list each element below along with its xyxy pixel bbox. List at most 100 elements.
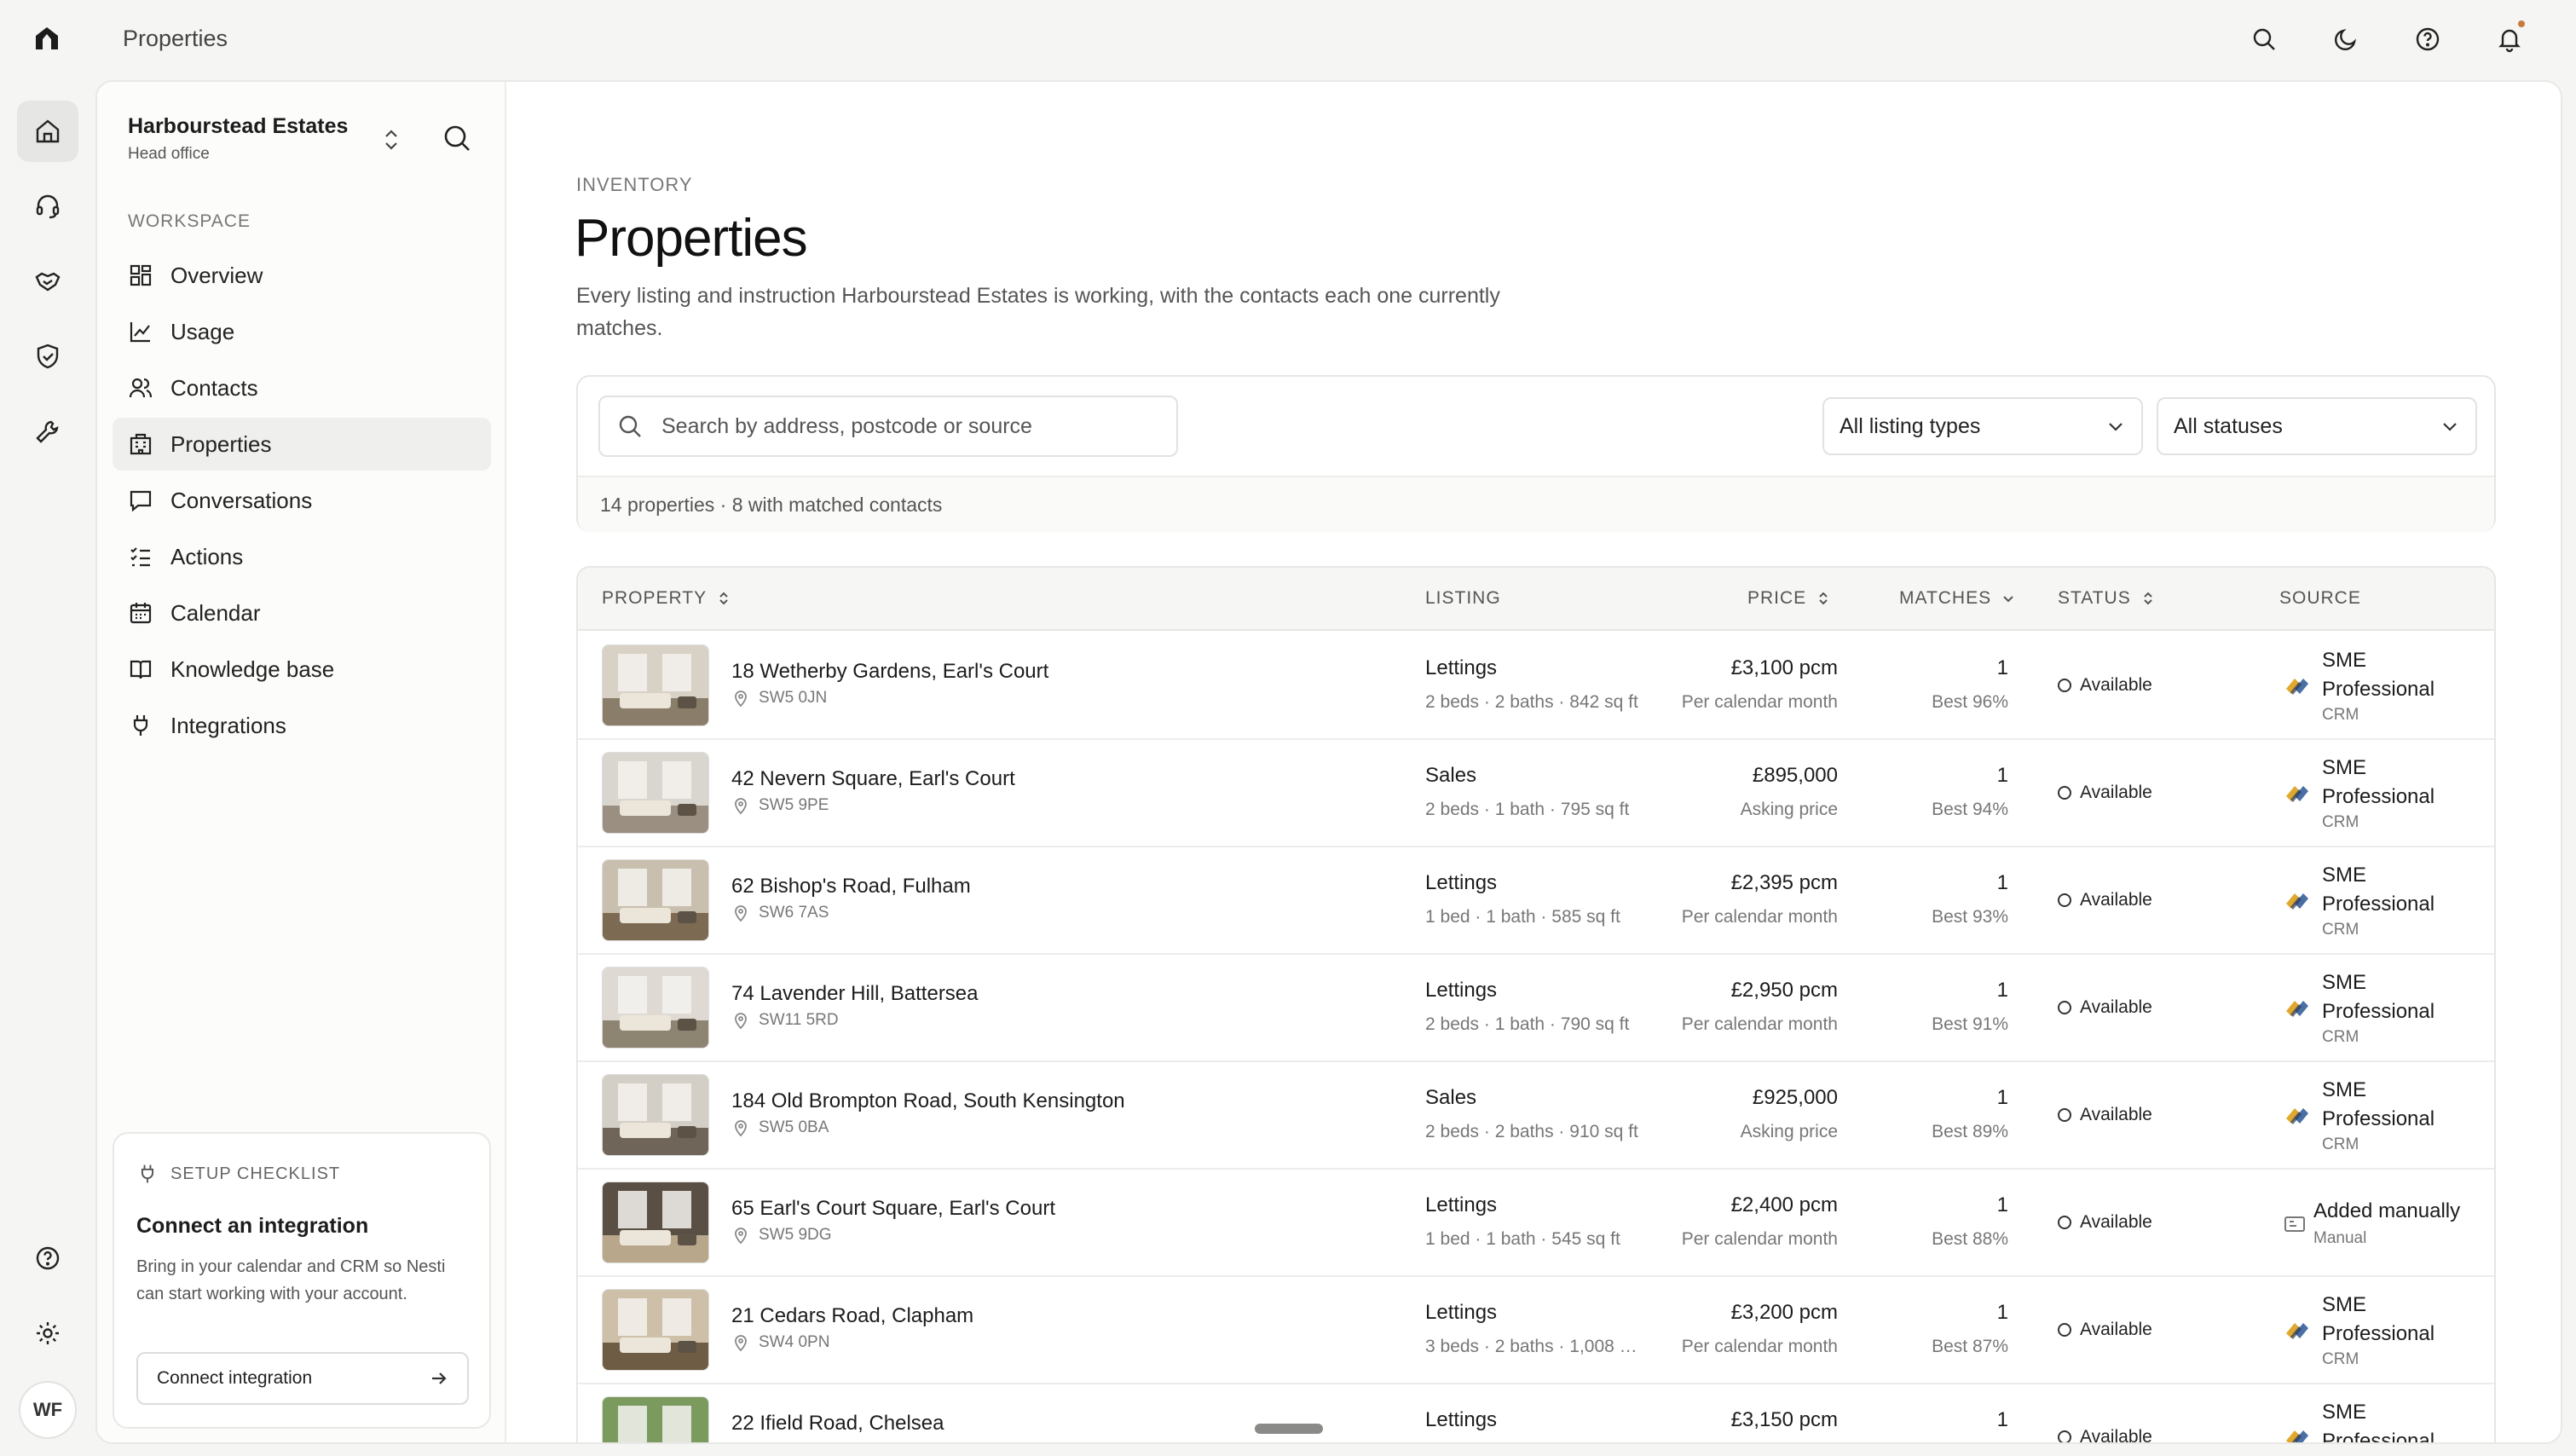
property-thumbnail[interactable] <box>602 1074 709 1156</box>
crm-logo-icon <box>2286 1430 2308 1442</box>
best-match: Best 93% <box>1932 907 2008 927</box>
match-count[interactable]: 1 <box>1997 1301 2008 1325</box>
rail-support-icon[interactable] <box>17 176 78 237</box>
column-label: SOURCE <box>2279 588 2361 608</box>
property-address[interactable]: 62 Bishop's Road, Fulham <box>731 875 971 898</box>
status-badge: Available <box>2058 997 2152 1018</box>
column-matches[interactable]: MATCHES <box>1899 588 2017 609</box>
rail-settings-icon[interactable] <box>17 1303 78 1364</box>
status-dot-icon <box>2058 786 2071 800</box>
location-pin-icon <box>735 1013 747 1030</box>
app-logo-icon[interactable] <box>32 24 61 53</box>
table-row[interactable]: 18 Wetherby Gardens, Earl's Court SW5 0J… <box>578 633 2494 740</box>
status-text: Available <box>2080 890 2152 910</box>
property-postcode: SW5 9PE <box>731 796 829 815</box>
property-address[interactable]: 22 Ifield Road, Chelsea <box>731 1412 944 1436</box>
postcode-text: SW10 9AA <box>759 1441 838 1442</box>
building-icon <box>130 433 152 455</box>
column-status[interactable]: STATUS <box>2058 588 2157 609</box>
property-thumbnail[interactable] <box>602 859 709 941</box>
search-icon[interactable] <box>2245 20 2283 58</box>
match-count[interactable]: 1 <box>1997 1193 2008 1217</box>
help-icon[interactable] <box>2409 20 2446 58</box>
search-input[interactable]: Search by address, postcode or source <box>598 396 1178 457</box>
status-dot-icon <box>2058 1216 2071 1229</box>
sidebar-item-knowledge-base[interactable]: Knowledge base <box>113 643 491 696</box>
table-row[interactable]: 74 Lavender Hill, Battersea SW11 5RD Let… <box>578 955 2494 1062</box>
source-name: SME Professional <box>2322 1078 2435 1130</box>
scroll-indicator[interactable] <box>1255 1424 1323 1434</box>
postcode-text: SW5 9PE <box>759 796 829 814</box>
column-property[interactable]: PROPERTY <box>602 588 732 609</box>
sidebar-item-overview[interactable]: Overview <box>113 249 491 302</box>
listing-details: 2 beds · 1 bath · 790 sq ft <box>1425 1014 1630 1034</box>
rail-handshake-icon[interactable] <box>17 251 78 312</box>
property-thumbnail[interactable] <box>602 1182 709 1263</box>
property-thumbnail[interactable] <box>602 967 709 1049</box>
table-row[interactable]: 42 Nevern Square, Earl's Court SW5 9PE S… <box>578 740 2494 847</box>
location-pin-icon <box>735 798 747 815</box>
connect-integration-button[interactable]: Connect integration <box>136 1352 469 1405</box>
property-address[interactable]: 21 Cedars Road, Clapham <box>731 1304 973 1328</box>
sidebar-item-calendar[interactable]: Calendar <box>113 586 491 639</box>
status-text: Available <box>2080 997 2152 1017</box>
property-thumbnail[interactable] <box>602 644 709 726</box>
user-avatar[interactable]: WF <box>19 1381 77 1439</box>
best-match: Best 89% <box>1932 1122 2008 1141</box>
property-address[interactable]: 65 Earl's Court Square, Earl's Court <box>731 1197 1055 1221</box>
rail-tools-icon[interactable] <box>17 401 78 462</box>
best-match: Best 88% <box>1932 1229 2008 1249</box>
rail-shield-icon[interactable] <box>17 326 78 387</box>
sidebar-search-icon[interactable] <box>440 121 474 155</box>
sidebar-item-actions[interactable]: Actions <box>113 530 491 583</box>
results-summary: 14 properties · 8 with matched contacts <box>578 476 2494 532</box>
sidebar-item-contacts[interactable]: Contacts <box>113 361 491 414</box>
column-label: PROPERTY <box>602 588 708 608</box>
property-thumbnail[interactable] <box>602 1396 709 1442</box>
property-thumbnail[interactable] <box>602 1289 709 1371</box>
table-row[interactable]: 62 Bishop's Road, Fulham SW6 7AS Letting… <box>578 847 2494 955</box>
crm-logo-icon <box>2286 893 2308 910</box>
listing-type-select[interactable]: All listing types <box>1822 397 2143 455</box>
sidebar-item-properties[interactable]: Properties <box>113 418 491 471</box>
listing-details: 1 bed · 1 bath · 585 sq ft <box>1425 907 1620 927</box>
match-count[interactable]: 1 <box>1997 1086 2008 1110</box>
status-text: Available <box>2080 1212 2152 1232</box>
sidebar-item-conversations[interactable]: Conversations <box>113 474 491 527</box>
crm-logo-icon <box>2286 1001 2308 1017</box>
match-count[interactable]: 1 <box>1997 764 2008 788</box>
column-listing: LISTING <box>1425 588 1501 609</box>
status-select[interactable]: All statuses <box>2157 397 2477 455</box>
status-text: Available <box>2080 1427 2152 1444</box>
price-basis: Per calendar month <box>1681 1229 1838 1249</box>
rail-home-icon[interactable] <box>17 101 78 162</box>
table-row[interactable]: 184 Old Brompton Road, South Kensington … <box>578 1062 2494 1170</box>
source-name: SME Professional <box>2322 649 2435 701</box>
table-row[interactable]: 22 Ifield Road, Chelsea SW10 9AA Letting… <box>578 1384 2494 1444</box>
property-address[interactable]: 74 Lavender Hill, Battersea <box>731 982 979 1006</box>
book-icon <box>130 660 152 679</box>
org-subtitle: Head office <box>128 145 210 163</box>
match-count[interactable]: 1 <box>1997 871 2008 895</box>
dark-mode-icon[interactable] <box>2327 20 2365 58</box>
column-price[interactable]: PRICE <box>1747 588 1832 609</box>
match-count[interactable]: 1 <box>1997 1408 2008 1432</box>
table-row[interactable]: 65 Earl's Court Square, Earl's Court SW5… <box>578 1170 2494 1277</box>
match-count[interactable]: 1 <box>1997 979 2008 1002</box>
property-address[interactable]: 42 Nevern Square, Earl's Court <box>731 767 1015 791</box>
sidebar-item-usage[interactable]: Usage <box>113 305 491 358</box>
crm-logo-icon <box>2286 786 2308 802</box>
property-address[interactable]: 18 Wetherby Gardens, Earl's Court <box>731 660 1048 684</box>
sidebar-item-integrations[interactable]: Integrations <box>113 699 491 752</box>
property-thumbnail[interactable] <box>602 752 709 834</box>
org-name[interactable]: Harbourstead Estates <box>128 114 348 139</box>
rail-help-icon[interactable] <box>17 1228 78 1289</box>
source-name: SME Professional <box>2322 864 2435 916</box>
org-switcher-icon[interactable] <box>378 123 404 157</box>
match-count[interactable]: 1 <box>1997 656 2008 680</box>
best-match: Best 87% <box>1932 1337 2008 1356</box>
postcode-text: SW5 9DG <box>759 1226 832 1244</box>
table-row[interactable]: 21 Cedars Road, Clapham SW4 0PN Lettings… <box>578 1277 2494 1384</box>
notifications-icon[interactable] <box>2491 20 2528 58</box>
property-address[interactable]: 184 Old Brompton Road, South Kensington <box>731 1089 1125 1113</box>
